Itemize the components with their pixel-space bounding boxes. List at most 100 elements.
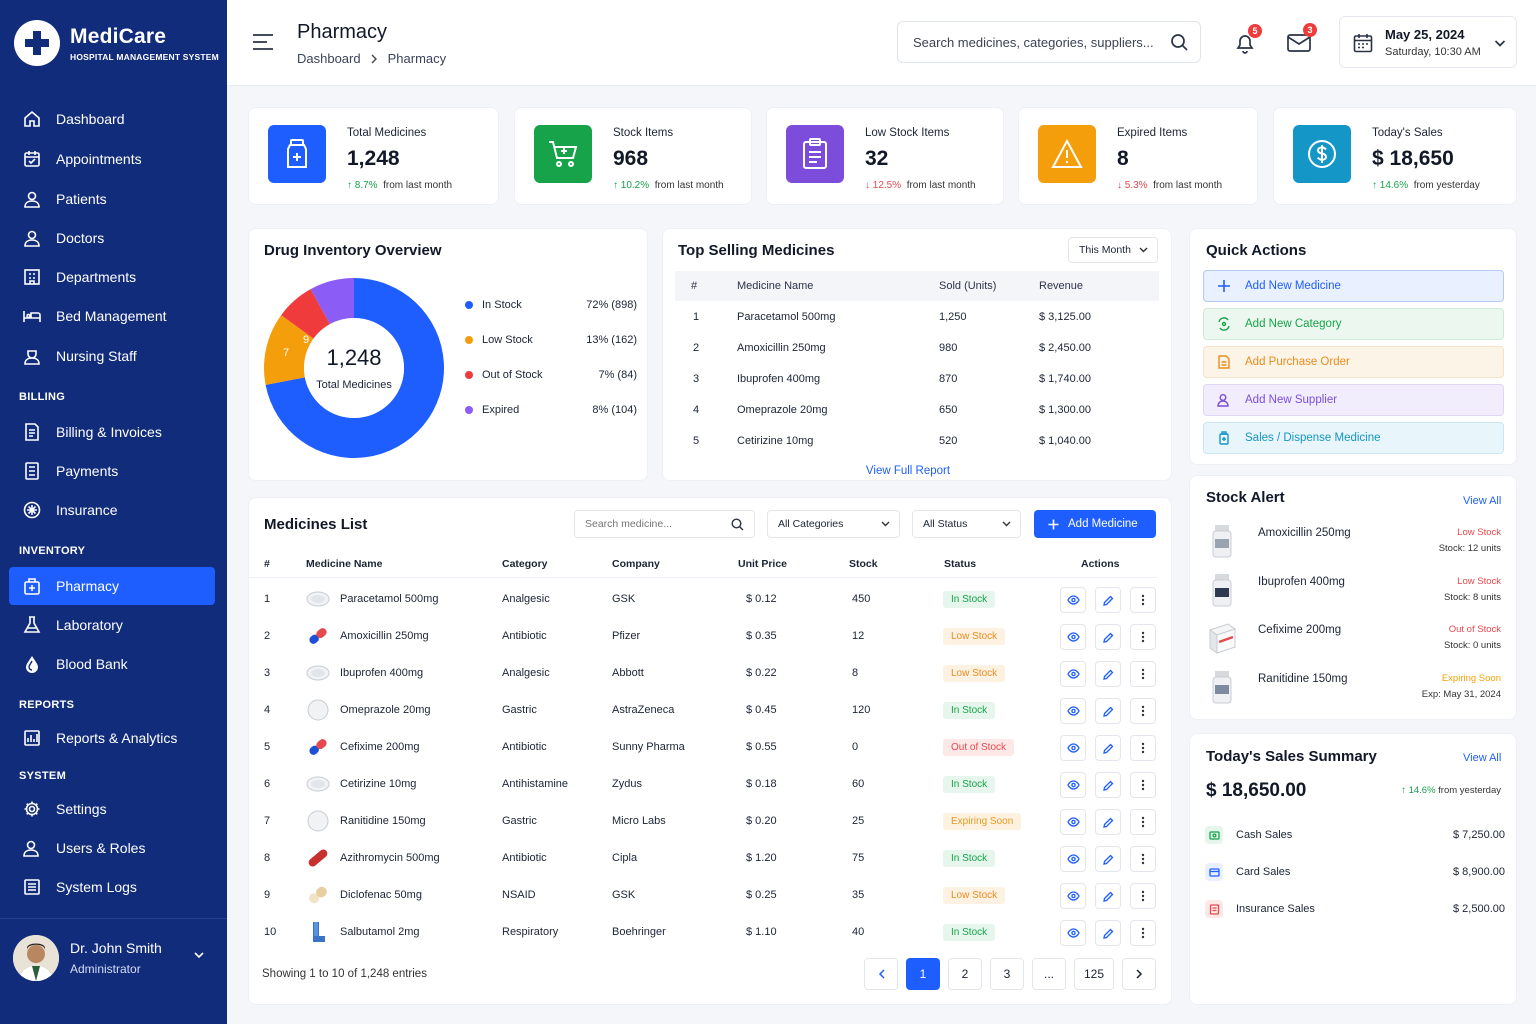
stat-card-expired[interactable]: Expired Items 8 ↓ 5.3% from last month	[1018, 107, 1258, 205]
sales-dispense-button[interactable]: Sales / Dispense Medicine	[1203, 422, 1504, 454]
more-options-button[interactable]	[1130, 809, 1156, 835]
brand[interactable]: MediCare HOSPITAL MANAGEMENT SYSTEM	[14, 20, 219, 66]
sidebar-item-nursing-staff[interactable]: Nursing Staff	[9, 337, 215, 375]
table-row[interactable]: 1 Paracetamol 500mg 1,250 $ 3,125.00	[675, 301, 1159, 332]
pagination-page-1[interactable]: 1	[906, 958, 940, 990]
edit-button[interactable]	[1095, 772, 1121, 798]
view-full-report-link[interactable]: View Full Report	[663, 465, 1153, 477]
sidebar-item-users-roles[interactable]: Users & Roles	[9, 829, 215, 867]
table-row[interactable]: 3 Ibuprofen 400mg Analgesic Abbott $ 0.22 8 Lo…	[249, 655, 1157, 692]
search-icon[interactable]	[1170, 33, 1188, 51]
sidebar-item-dashboard[interactable]: Dashboard	[9, 100, 215, 138]
pagination-next-button[interactable]	[1122, 958, 1156, 990]
breadcrumb-dashboard[interactable]: Dashboard	[297, 51, 361, 66]
view-button[interactable]	[1060, 735, 1086, 761]
more-options-button[interactable]	[1130, 587, 1156, 613]
more-options-button[interactable]	[1130, 883, 1156, 909]
sidebar-item-billing-invoices[interactable]: Billing & Invoices	[9, 413, 215, 451]
pagination-prev-button[interactable]	[864, 958, 898, 990]
add-medicine-button[interactable]: Add Medicine	[1034, 510, 1156, 538]
view-button[interactable]	[1060, 772, 1086, 798]
view-button[interactable]	[1060, 661, 1086, 687]
stock-alert-item[interactable]: Cefixime 200mg Out of Stock Stock: 0 uni…	[1205, 614, 1505, 660]
stock-alert-view-all-link[interactable]: View All	[1463, 495, 1501, 507]
view-button[interactable]	[1060, 883, 1086, 909]
add-purchase-order-button[interactable]: Add Purchase Order	[1203, 346, 1504, 378]
view-button[interactable]	[1060, 698, 1086, 724]
add-new-medicine-button[interactable]: Add New Medicine	[1203, 270, 1504, 302]
stock-alert-item[interactable]: Ranitidine 150mg Expiring Soon Exp: May …	[1205, 663, 1505, 709]
stat-card-todays-sales[interactable]: Today's Sales $ 18,650 ↑ 14.6% from yest…	[1273, 107, 1517, 205]
global-search-input[interactable]	[913, 34, 1153, 50]
chevron-down-icon[interactable]	[193, 949, 205, 961]
sidebar-item-doctors[interactable]: Doctors	[9, 219, 215, 257]
more-options-button[interactable]	[1130, 624, 1156, 650]
table-row[interactable]: 10 Salbutamol 2mg Respiratory Boehringer $ 1…	[249, 914, 1157, 951]
sidebar-item-appointments[interactable]: Appointments	[9, 140, 215, 178]
notifications-button[interactable]: 5	[1234, 24, 1262, 54]
stat-card-total-medicines[interactable]: Total Medicines 1,248 ↑ 8.7% from last m…	[248, 107, 499, 205]
stock-alert-item[interactable]: Amoxicillin 250mg Low Stock Stock: 12 un…	[1205, 517, 1505, 563]
edit-button[interactable]	[1095, 735, 1121, 761]
more-options-button[interactable]	[1130, 772, 1156, 798]
sidebar-item-insurance[interactable]: Insurance	[9, 491, 215, 529]
sidebar-item-patients[interactable]: Patients	[9, 180, 215, 218]
table-row[interactable]: 2 Amoxicillin 250mg Antibiotic Pfizer $ 0.35…	[249, 618, 1157, 655]
table-row[interactable]: 8 Azithromycin 500mg Antibiotic Cipla $ 1.20…	[249, 840, 1157, 877]
sidebar-item-departments[interactable]: Departments	[9, 258, 215, 296]
edit-button[interactable]	[1095, 809, 1121, 835]
period-select[interactable]: This Month	[1068, 237, 1158, 263]
stat-card-low-stock[interactable]: Low Stock Items 32 ↓ 12.5% from last mon…	[766, 107, 1004, 205]
pagination-page-last[interactable]: 125	[1074, 958, 1114, 990]
sales-summary-view-all-link[interactable]: View All	[1463, 752, 1501, 764]
sidebar-item-bed-management[interactable]: Bed Management	[9, 297, 215, 335]
sidebar-item-laboratory[interactable]: Laboratory	[9, 606, 215, 644]
stat-card-stock-items[interactable]: Stock Items 968 ↑ 10.2% from last month	[514, 107, 752, 205]
sidebar-item-reports-analytics[interactable]: Reports & Analytics	[9, 719, 215, 757]
edit-button[interactable]	[1095, 624, 1121, 650]
table-row[interactable]: 4 Omeprazole 20mg Gastric AstraZeneca $ 0.45…	[249, 692, 1157, 729]
view-button[interactable]	[1060, 846, 1086, 872]
date-selector[interactable]: May 25, 2024 Saturday, 10:30 AM	[1339, 16, 1517, 68]
table-row[interactable]: 7 Ranitidine 150mg Gastric Micro Labs $ 0.20…	[249, 803, 1157, 840]
sidebar-item-blood-bank[interactable]: Blood Bank	[9, 645, 215, 683]
view-button[interactable]	[1060, 624, 1086, 650]
messages-button[interactable]: 3	[1287, 23, 1317, 53]
add-new-supplier-button[interactable]: Add New Supplier	[1203, 384, 1504, 416]
pagination-page-2[interactable]: 2	[948, 958, 982, 990]
table-row[interactable]: 5 Cetirizine 10mg 520 $ 1,040.00	[675, 425, 1159, 456]
table-row[interactable]: 9 Diclofenac 50mg NSAID GSK $ 0.25 35 Low Stoc…	[249, 877, 1157, 914]
status-filter[interactable]: All Status	[912, 510, 1021, 538]
view-button[interactable]	[1060, 809, 1086, 835]
sidebar-item-payments[interactable]: Payments	[9, 452, 215, 490]
more-options-button[interactable]	[1130, 661, 1156, 687]
more-options-button[interactable]	[1130, 846, 1156, 872]
pagination-page-3[interactable]: 3	[990, 958, 1024, 990]
view-button[interactable]	[1060, 920, 1086, 946]
table-row[interactable]: 5 Cefixime 200mg Antibiotic Sunny Pharma $ 0…	[249, 729, 1157, 766]
table-row[interactable]: 4 Omeprazole 20mg 650 $ 1,300.00	[675, 394, 1159, 425]
sidebar-item-system-logs[interactable]: System Logs	[9, 868, 215, 906]
more-options-button[interactable]	[1130, 735, 1156, 761]
table-row[interactable]: 3 Ibuprofen 400mg 870 $ 1,740.00	[675, 363, 1159, 394]
table-row[interactable]: 1 Paracetamol 500mg Analgesic GSK $ 0.12 450 I…	[249, 581, 1157, 618]
view-button[interactable]	[1060, 587, 1086, 613]
stock-alert-item[interactable]: Ibuprofen 400mg Low Stock Stock: 8 units	[1205, 566, 1505, 612]
user-profile[interactable]: Dr. John Smith Administrator	[0, 918, 227, 998]
menu-icon[interactable]	[252, 33, 274, 51]
more-options-button[interactable]	[1130, 920, 1156, 946]
edit-button[interactable]	[1095, 587, 1121, 613]
sidebar-item-pharmacy[interactable]: Pharmacy	[9, 567, 215, 605]
edit-button[interactable]	[1095, 846, 1121, 872]
more-options-button[interactable]	[1130, 698, 1156, 724]
sidebar-item-settings[interactable]: Settings	[9, 790, 215, 828]
category-filter[interactable]: All Categories	[767, 510, 900, 538]
search-icon[interactable]	[731, 518, 744, 531]
edit-button[interactable]	[1095, 661, 1121, 687]
table-row[interactable]: 2 Amoxicillin 250mg 980 $ 2,450.00	[675, 332, 1159, 363]
medicine-search-input[interactable]	[585, 518, 725, 530]
table-row[interactable]: 6 Cetirizine 10mg Antihistamine Zydus $ 0.18…	[249, 766, 1157, 803]
add-new-category-button[interactable]: Add New Category	[1203, 308, 1504, 340]
edit-button[interactable]	[1095, 883, 1121, 909]
edit-button[interactable]	[1095, 698, 1121, 724]
